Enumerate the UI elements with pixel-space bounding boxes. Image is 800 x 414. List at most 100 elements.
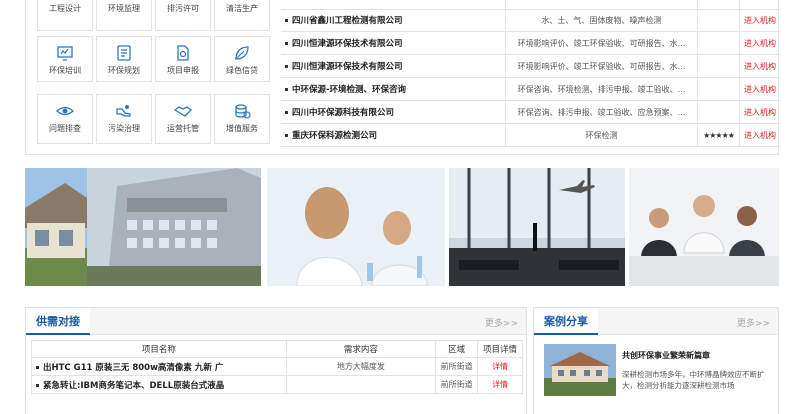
institution-scope: 环境影响评价、竣工环保验收、可研报告、水... [506, 55, 698, 77]
institution-scope: 环保咨询、排污申报、竣工验收、应急预案、... [506, 101, 698, 123]
detail-link[interactable]: 详情 [477, 357, 523, 376]
enter-institution-link[interactable]: 进入机构 [740, 9, 780, 31]
institution-name [281, 0, 506, 9]
case-share-title[interactable]: 案例分享 [534, 308, 598, 335]
service-operation-hosting[interactable]: 运营托管 [155, 94, 211, 144]
institution-name[interactable]: 四川恒津源环保技术有限公司 [292, 37, 403, 49]
service-label: 排污许可 [167, 4, 199, 13]
service-green-credit[interactable]: 绿色信贷 [214, 36, 270, 82]
institution-scope: 环保咨询、环境检测、排污申报、竣工验收、... [506, 78, 698, 100]
service-project-declare[interactable]: 项目申报 [155, 36, 211, 82]
institution-row[interactable]: 四川中环保源科技有限公司 环保咨询、排污申报、竣工验收、应急预案、... 进入机… [281, 101, 780, 124]
project-name[interactable]: 紧急转让:IBM商务笔记本、DELL原装台式液晶 [43, 381, 224, 391]
institution-name[interactable]: 四川中环保源科技有限公司 [292, 106, 394, 118]
airport-photo[interactable] [449, 168, 625, 286]
institution-name[interactable]: 四川省鑫川工程检测有限公司 [292, 14, 403, 26]
supply-demand-panel: 供需对接 更多>> 项目名称 需求内容 区域 项目详情 出HTC G11 原装三… [25, 307, 527, 414]
col-detail: 项目详情 [477, 340, 523, 358]
house-photo[interactable] [25, 168, 87, 286]
service-label: 绿色信贷 [226, 66, 258, 75]
enter-institution-link[interactable]: 进入机构 [740, 101, 780, 123]
service-label: 项目申报 [167, 66, 199, 75]
demand-content [285, 375, 437, 394]
institution-rating [698, 78, 740, 100]
demand-content: 地方大幅度发 [285, 357, 437, 376]
hand-icon [116, 105, 131, 117]
table-row[interactable]: 出HTC G11 原装三无 800w高清像素 九新 广 地方大幅度发 前所街道 … [31, 357, 523, 376]
institution-rating: ★★★★★ [698, 124, 740, 146]
bullet [285, 110, 288, 114]
bullet [285, 64, 288, 68]
draft-icon [55, 0, 75, 1]
institution-row[interactable]: 重庆环保科源检测公司 环保检测 ★★★★★ 进入机构 [281, 124, 780, 147]
service-clean-production[interactable]: 清洁生产 [214, 0, 270, 31]
table-row[interactable]: 紧急转让:IBM商务笔记本、DELL原装台式液晶 前所街道 详情 [31, 375, 523, 394]
service-label: 环保规划 [108, 66, 140, 75]
service-env-supervision[interactable]: 环境监理 [96, 0, 152, 31]
institution-row[interactable]: 四川恒津源环保技术有限公司 环境影响评价、竣工环保验收、可研报告、水... 进入… [281, 32, 780, 55]
leaf-icon [235, 46, 249, 60]
col-demand-content: 需求内容 [285, 340, 437, 358]
service-label: 污染治理 [108, 124, 140, 133]
meeting-photo[interactable] [629, 168, 779, 286]
case-photo[interactable] [544, 344, 616, 396]
eye-icon [56, 106, 74, 116]
institution-row[interactable]: 四川省鑫川工程检测有限公司 水、土、气、固体废物、噪声检测 进入机构 [281, 9, 780, 32]
institution-scope [506, 0, 698, 9]
service-label: 工程设计 [49, 4, 81, 13]
service-engineering-design[interactable]: 工程设计 [37, 0, 93, 31]
institution-rating [698, 101, 740, 123]
enter-institution-link [740, 0, 780, 9]
bullet [285, 87, 288, 91]
project-name[interactable]: 出HTC G11 原装三无 800w高清像素 九新 广 [43, 363, 223, 373]
institution-rating [698, 55, 740, 77]
service-discharge-permit[interactable]: 排污许可 [155, 0, 211, 31]
more-link[interactable]: 更多>> [737, 316, 770, 329]
detail-link[interactable]: 详情 [477, 375, 523, 394]
lab-photo[interactable] [267, 168, 445, 286]
service-env-planning[interactable]: 环保规划 [96, 36, 152, 82]
institution-name[interactable]: 中环保源-环境检测、环保咨询 [292, 83, 406, 95]
panel-header: 供需对接 更多>> [26, 308, 526, 335]
supply-demand-table: 项目名称 需求内容 区域 项目详情 出HTC G11 原装三无 800w高清像素… [31, 340, 523, 394]
bullet [36, 383, 39, 387]
region: 前所街道 [435, 357, 479, 376]
institution-rating [698, 0, 740, 9]
top-section: 工程设计 环境监理 排污许可 清洁生产 环保培训 环保规划 项目申报 绿色信贷 … [25, 0, 780, 155]
service-troubleshoot[interactable]: 问题排查 [37, 94, 93, 144]
more-link[interactable]: 更多>> [485, 316, 518, 329]
case-description: 深耕检测市场多年，中环博晶牌效应不断扩大，检测分析能力逐深耕检测市场 [622, 370, 765, 390]
bullet [36, 365, 39, 369]
institution-scope: 环保检测 [506, 124, 698, 146]
building-photo[interactable] [87, 168, 261, 286]
bullet [285, 18, 288, 22]
photo-banner [25, 168, 779, 286]
screen-icon [57, 46, 73, 61]
service-pollution-control[interactable]: 污染治理 [96, 94, 152, 144]
service-label: 运营托管 [167, 124, 199, 133]
bullet [285, 41, 288, 45]
institution-name[interactable]: 四川恒津源环保技术有限公司 [292, 60, 403, 72]
enter-institution-link[interactable]: 进入机构 [740, 124, 780, 146]
case-title[interactable]: 共创环保事业繁荣新篇章 [622, 350, 710, 361]
institution-name[interactable]: 重庆环保科源检测公司 [292, 129, 377, 141]
institution-row[interactable]: 中环保源-环境检测、环保咨询 环保咨询、环境检测、排污申报、竣工验收、... 进… [281, 78, 780, 101]
enter-institution-link[interactable]: 进入机构 [740, 55, 780, 77]
service-grid: 工程设计 环境监理 排污许可 清洁生产 环保培训 环保规划 项目申报 绿色信贷 … [26, 0, 276, 155]
service-label: 问题排查 [49, 124, 81, 133]
enter-institution-link[interactable]: 进入机构 [740, 32, 780, 54]
institution-rating [698, 32, 740, 54]
service-label: 环保培训 [49, 66, 81, 75]
institution-row[interactable]: 四川恒津源环保技术有限公司 环境影响评价、竣工环保验收、可研报告、水... 进入… [281, 55, 780, 78]
supply-demand-title[interactable]: 供需对接 [26, 308, 90, 335]
service-label: 清洁生产 [226, 4, 258, 13]
gear-icon [232, 0, 252, 1]
institution-list: 四川省鑫川工程检测有限公司 水、土、气、固体废物、噪声检测 进入机构 四川恒津源… [281, 0, 780, 155]
col-project-name: 项目名称 [31, 340, 287, 358]
enter-institution-link[interactable]: 进入机构 [740, 78, 780, 100]
plan-icon [117, 45, 131, 61]
service-env-training[interactable]: 环保培训 [37, 36, 93, 82]
service-value-added[interactable]: 增值服务 [214, 94, 270, 144]
bullet [285, 133, 288, 137]
handshake-icon [173, 106, 192, 117]
